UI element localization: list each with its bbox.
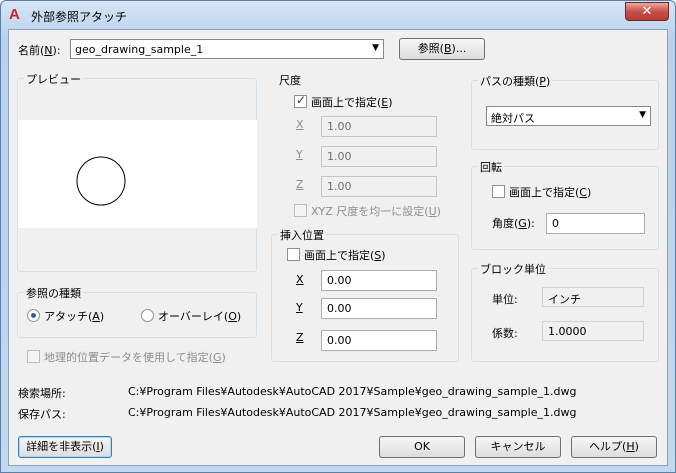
unit-label: 単位: — [492, 293, 518, 306]
insertion-onscreen-label[interactable]: 画面上で指定(S) — [304, 247, 386, 263]
unit-value-field: インチ — [542, 287, 644, 307]
factor-label: 係数: — [492, 327, 518, 340]
rotation-onscreen-checkbox[interactable] — [492, 185, 505, 198]
scale-z-label: Z — [296, 178, 304, 191]
insertion-y-label: Y — [296, 301, 303, 314]
insertion-onscreen-checkbox[interactable] — [287, 248, 300, 261]
path-type-combobox[interactable]: 絶対パス ▼ — [486, 106, 651, 126]
insertion-x-field[interactable]: 0.00 — [321, 270, 437, 291]
reference-type-title: 参照の種類 — [24, 285, 83, 301]
overlay-label[interactable]: オーバーレイ(O) — [158, 308, 241, 324]
name-label: 名前(N): — [18, 44, 61, 57]
found-in-value: C:¥Program Files¥Autodesk¥AutoCAD 2017¥S… — [128, 385, 577, 398]
overlay-radio[interactable] — [141, 309, 154, 322]
uniform-scale-label: XYZ 尺度を均一に設定(U) — [311, 205, 441, 218]
scale-y-label: Y — [296, 148, 303, 161]
angle-field[interactable]: 0 — [546, 213, 645, 234]
autocad-logo-icon: A — [9, 6, 20, 23]
found-in-label: 検索場所: — [18, 387, 66, 400]
insertion-z-field[interactable]: 0.00 — [321, 330, 437, 351]
uniform-scale-checkbox[interactable] — [294, 204, 307, 217]
insertion-title: 挿入位置 — [278, 227, 326, 243]
saved-path-label: 保存パス: — [18, 408, 66, 421]
scale-z-field[interactable]: 1.00 — [321, 176, 437, 197]
angle-label: 角度(G): — [492, 217, 535, 230]
insertion-y-field[interactable]: 0.00 — [321, 298, 437, 319]
name-combobox-value: geo_drawing_sample_1 — [75, 43, 204, 56]
ok-button[interactable]: OK — [379, 436, 465, 458]
factor-value-field: 1.0000 — [542, 321, 644, 341]
chevron-down-icon: ▼ — [639, 110, 646, 120]
close-button[interactable]: ✕ — [625, 2, 669, 21]
block-unit-title: ブロック単位 — [478, 261, 548, 277]
preview-drawing — [76, 156, 126, 206]
window-title: 外部参照アタッチ — [31, 10, 128, 24]
insertion-x-label: X — [296, 273, 304, 286]
preview-canvas — [18, 120, 257, 228]
geo-location-label: 地理的位置データを使用して指定(G) — [44, 351, 226, 364]
saved-path-value: C:¥Program Files¥Autodesk¥AutoCAD 2017¥S… — [128, 406, 577, 419]
attach-label[interactable]: アタッチ(A) — [44, 308, 104, 324]
help-button[interactable]: ヘルプ(H) — [571, 436, 657, 458]
scale-x-field[interactable]: 1.00 — [321, 116, 437, 137]
scale-onscreen-label[interactable]: 画面上で指定(E) — [311, 94, 393, 110]
scale-title: 尺度 — [279, 74, 301, 87]
dialog-window: A 外部参照アタッチ ✕ 名前(N): geo_drawing_sample_1… — [0, 0, 676, 473]
scale-onscreen-checkbox[interactable] — [294, 93, 307, 108]
chevron-down-icon: ▼ — [372, 43, 379, 53]
geo-location-checkbox[interactable] — [27, 350, 40, 363]
path-type-title: パスの種類(P) — [478, 73, 553, 89]
browse-button[interactable]: 参照(B)... — [399, 38, 485, 60]
attach-radio[interactable] — [27, 309, 40, 322]
path-type-value: 絶対パス — [491, 112, 535, 125]
hide-details-button[interactable]: 詳細を非表示(I) — [18, 436, 112, 458]
cancel-button[interactable]: キャンセル — [475, 436, 561, 458]
name-combobox[interactable]: geo_drawing_sample_1 ▼ — [70, 39, 384, 59]
rotation-group: 回転 — [471, 159, 659, 250]
block-unit-group: ブロック単位 — [471, 261, 659, 362]
rotation-onscreen-label[interactable]: 画面上で指定(C) — [509, 184, 591, 200]
rotation-title: 回転 — [478, 159, 504, 175]
title-bar[interactable]: A 外部参照アタッチ ✕ — [1, 1, 675, 29]
scale-x-label: X — [296, 118, 304, 131]
preview-title: プレビュー — [24, 71, 83, 87]
dialog-body: 名前(N): geo_drawing_sample_1 ▼ 参照(B)... プ… — [8, 29, 668, 466]
scale-y-field[interactable]: 1.00 — [321, 146, 437, 167]
insertion-z-label: Z — [296, 331, 304, 344]
